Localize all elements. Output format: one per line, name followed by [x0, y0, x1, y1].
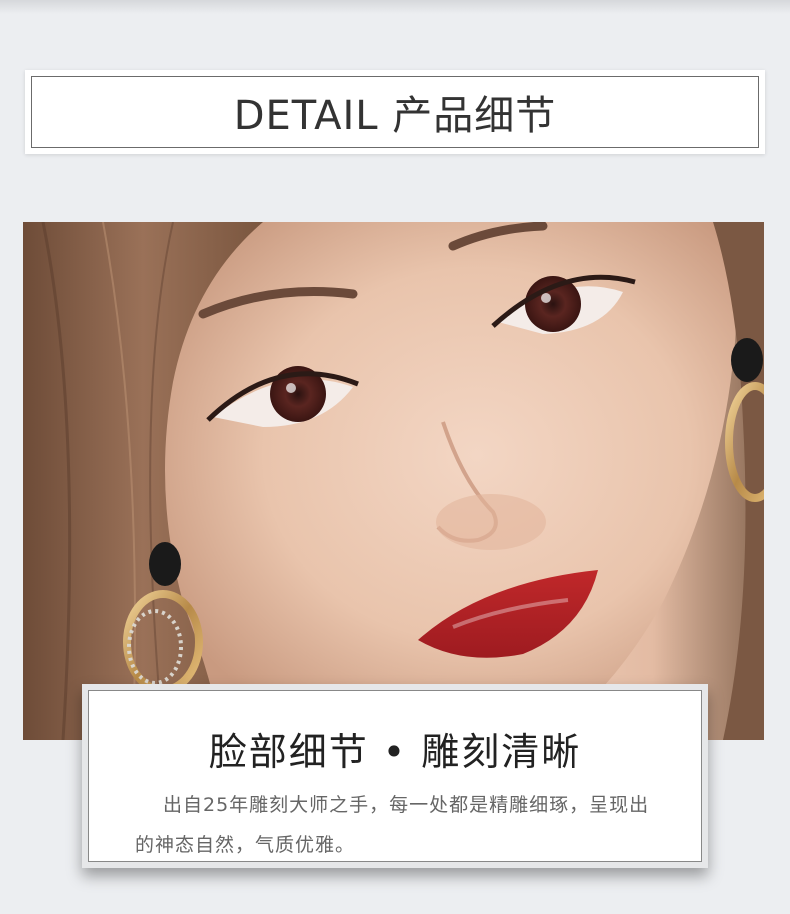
section-title-frame: DETAIL 产品细节 [31, 76, 759, 148]
section-title-box: DETAIL 产品细节 [25, 70, 765, 154]
top-divider-shadow [0, 0, 790, 14]
feature-description: 出自25年雕刻大师之手，每一处都是精雕细琢，呈现出的神态自然，气质优雅。 [135, 794, 650, 856]
caption-card: 脸部细节 • 雕刻清晰 出自25年雕刻大师之手，每一处都是精雕细琢，呈现出的神态… [82, 684, 708, 868]
section-title: DETAIL 产品细节 [233, 93, 557, 139]
face-detail-photo [23, 222, 764, 740]
caption-content: 脸部细节 • 雕刻清晰 出自25年雕刻大师之手，每一处都是精雕细琢，呈现出的神态… [97, 699, 693, 856]
feature-title: 脸部细节 • 雕刻清晰 [208, 730, 582, 774]
caption-frame: 脸部细节 • 雕刻清晰 出自25年雕刻大师之手，每一处都是精雕细琢，呈现出的神态… [88, 690, 702, 862]
